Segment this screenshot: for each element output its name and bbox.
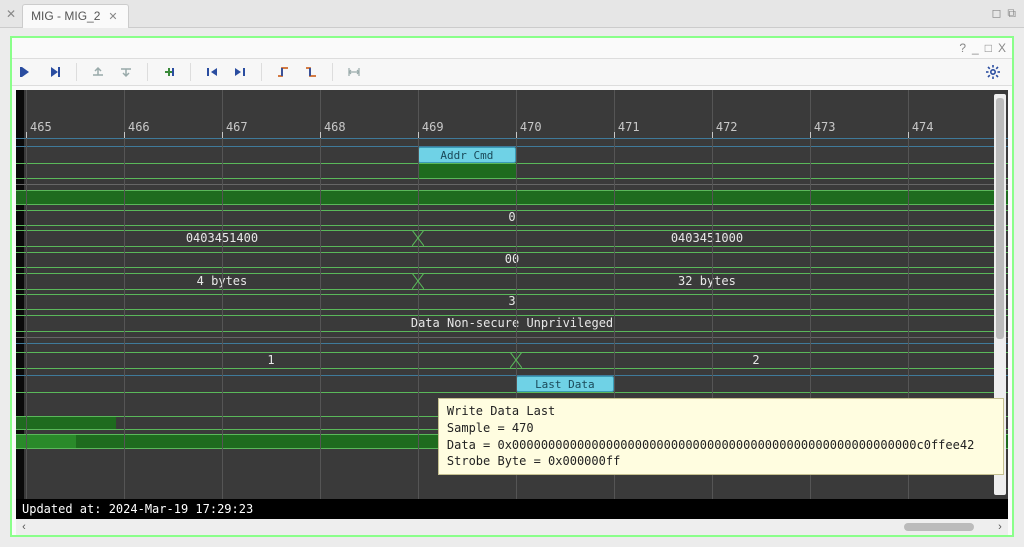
tick — [810, 132, 811, 138]
row-zero-label: 0 — [508, 210, 515, 224]
status-bar: Updated at: 2024-Mar-19 17:29:23 — [16, 499, 1008, 519]
waveform-container: Addr Cmd 0 0403451400 040345 — [16, 90, 1008, 519]
gridline — [26, 90, 27, 499]
transition-marker — [510, 352, 522, 371]
transition-marker — [412, 230, 424, 249]
bottom-seg-a — [16, 417, 116, 429]
transition-marker — [412, 273, 424, 292]
tick-label: 465 — [30, 120, 52, 134]
detach-icon[interactable]: ◻ — [991, 6, 1001, 21]
tab-title: MIG - MIG_2 — [31, 9, 100, 23]
tooltip-l1: Write Data Last — [447, 404, 555, 418]
seq-right-label: 2 — [752, 353, 759, 367]
bytes-right-label: 32 bytes — [678, 274, 736, 288]
gridline — [124, 90, 125, 499]
tick — [614, 132, 615, 138]
help-icon[interactable]: ? — [959, 41, 966, 55]
popout-icon[interactable]: ⧉ — [1007, 6, 1016, 21]
vertical-scroll-thumb[interactable] — [996, 98, 1004, 339]
falling-edge-icon[interactable] — [302, 63, 320, 81]
horizontal-scroll-thumb[interactable] — [904, 523, 974, 531]
gridline — [418, 90, 419, 499]
addr-cmd-pill: Addr Cmd — [418, 147, 516, 163]
hscroll-track[interactable] — [32, 519, 992, 535]
gear-icon[interactable] — [984, 63, 1002, 81]
tick — [712, 132, 713, 138]
tick-label: 470 — [520, 120, 542, 134]
tooltip-l4: Strobe Byte = 0x000000ff — [447, 454, 620, 468]
close-tab-icon[interactable]: ✕ — [106, 10, 119, 23]
tooltip-l3: Data = 0x0000000000000000000000000000000… — [447, 438, 974, 452]
tab-bar: ✕ MIG - MIG_2 ✕ ◻ ⧉ — [0, 0, 1024, 28]
gridline — [222, 90, 223, 499]
tick-label: 472 — [716, 120, 738, 134]
tick — [320, 132, 321, 138]
tick — [26, 132, 27, 138]
row-00-label: 00 — [505, 252, 519, 266]
gridline — [320, 90, 321, 499]
track-enable — [16, 190, 1008, 204]
tick — [516, 132, 517, 138]
bottom-seg-b — [16, 434, 76, 448]
last-data-label: Last Data — [535, 378, 595, 391]
tick-label: 471 — [618, 120, 640, 134]
tick-label: 468 — [324, 120, 346, 134]
status-text: Updated at: 2024-Mar-19 17:29:23 — [22, 502, 253, 516]
tick-label: 469 — [422, 120, 444, 134]
tick — [124, 132, 125, 138]
scroll-right-icon[interactable]: › — [992, 521, 1008, 533]
maximize-icon[interactable]: □ — [985, 41, 992, 55]
tick — [418, 132, 419, 138]
close-icon[interactable]: X — [998, 41, 1006, 55]
seq-left-label: 1 — [267, 353, 274, 367]
close-tab-left-icon[interactable]: ✕ — [0, 7, 22, 21]
tooltip-l2: Sample = 470 — [447, 421, 534, 435]
tick-label: 474 — [912, 120, 934, 134]
scroll-left-icon[interactable]: ‹ — [16, 521, 32, 533]
play-end-icon[interactable] — [46, 63, 64, 81]
waveform-area[interactable]: Addr Cmd 0 0403451400 040345 — [16, 90, 1008, 499]
tick-label: 467 — [226, 120, 248, 134]
tick — [908, 132, 909, 138]
prev-edge-icon[interactable] — [203, 63, 221, 81]
horizontal-scrollbar[interactable]: ‹ › — [16, 519, 1008, 535]
fit-width-icon[interactable] — [345, 63, 363, 81]
tick-label: 473 — [814, 120, 836, 134]
tick — [222, 132, 223, 138]
play-start-icon[interactable] — [18, 63, 36, 81]
export-up-icon[interactable] — [89, 63, 107, 81]
import-down-icon[interactable] — [117, 63, 135, 81]
waveform-panel: ? _ □ X — [10, 36, 1014, 537]
security-label: Data Non-secure Unprivileged — [411, 316, 613, 330]
signal-tooltip: Write Data Last Sample = 470 Data = 0x00… — [438, 398, 1004, 475]
next-edge-icon[interactable] — [231, 63, 249, 81]
addr-cmd-active — [418, 164, 516, 178]
addr-cmd-label: Addr Cmd — [440, 149, 493, 162]
add-marker-icon[interactable] — [160, 63, 178, 81]
toolbar — [12, 58, 1012, 86]
tick-label: 466 — [128, 120, 150, 134]
rising-edge-icon[interactable] — [274, 63, 292, 81]
addr-right-label: 0403451000 — [671, 231, 743, 245]
last-data-pill: Last Data — [516, 376, 614, 392]
minimize-icon[interactable]: _ — [972, 41, 979, 55]
row-3-label: 3 — [508, 294, 515, 308]
tab-mig[interactable]: MIG - MIG_2 ✕ — [22, 4, 129, 28]
